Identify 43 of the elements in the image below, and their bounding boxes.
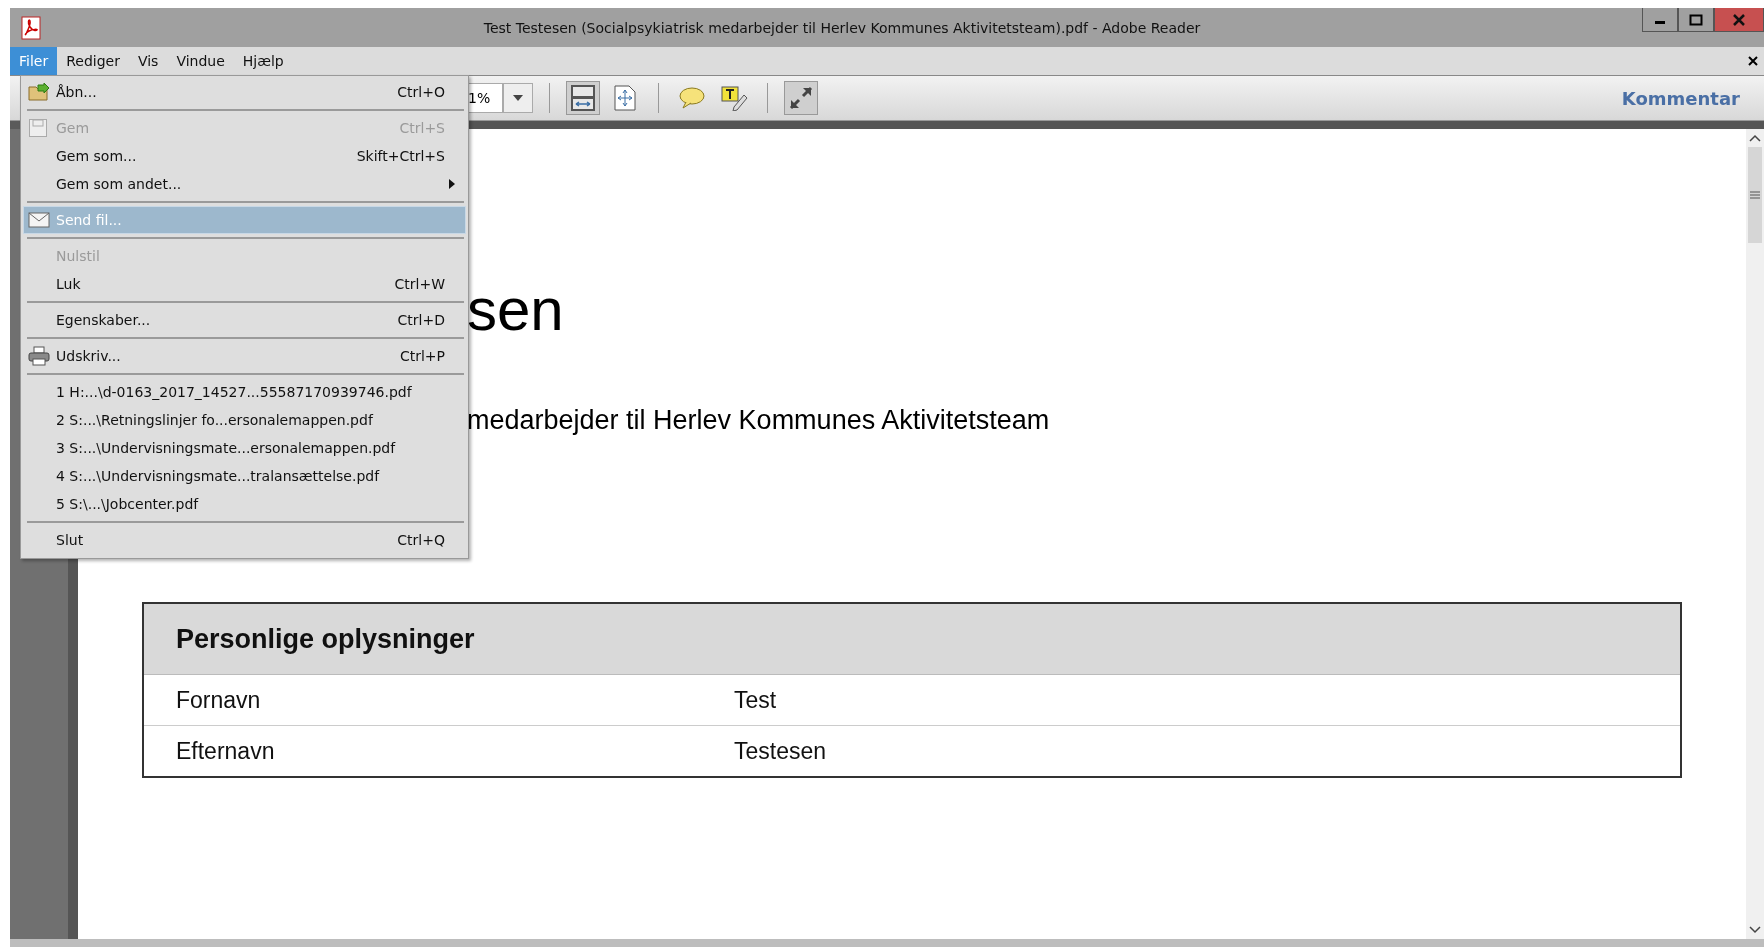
menu-item[interactable]: Gem som... Skift+Ctrl+S [23,142,466,170]
close-icon[interactable] [1748,56,1758,66]
menu-item[interactable]: Gem som andet... [23,170,466,198]
window-title: Test Testesen (Socialpsykiatrisk medarbejder til Herlev Kommunes Aktivitetsteam).pdf - Adobe Reader [482,19,1202,36]
scrollbar-thumb[interactable] [1748,147,1762,243]
maximize-button[interactable] [1678,8,1714,32]
comment-panel-button[interactable]: Kommentar [1615,86,1746,110]
table-cell-text: Fornavn [176,686,262,714]
table-cell-text: Testesen [734,737,828,765]
scroll-down-icon[interactable] [1749,925,1761,935]
envelope-icon [28,212,50,228]
scroll-up-icon[interactable] [1749,133,1761,143]
menu-item[interactable]: 2 S:...\Retningslinjer fo...ersonalemappen.pdf [23,406,466,434]
menu-item[interactable]: 5 S:\...\Jobcenter.pdf [23,490,466,518]
menu-item[interactable]: 1 H:...\d-0163_2017_14527...55587170939746.pdf [23,378,466,406]
close-button[interactable] [1714,8,1764,32]
folder-icon [28,82,50,102]
menu-item[interactable]: 4 S:...\Undervisningsmate...tralansættelse.pdf [23,462,466,490]
close-icon [1732,13,1746,26]
menu-item[interactable]: Slut Ctrl+Q [23,526,466,554]
table-cell-text: Test [734,686,778,714]
table-cell-text: Efternavn [176,737,276,765]
document-subtitle: medarbejder til Herlev Kommunes Aktivitetsteam [467,405,1051,436]
minimize-icon [1655,21,1665,24]
minimize-button[interactable] [1642,8,1678,32]
zoom-dropdown-button[interactable] [503,83,533,113]
maximize-icon [1689,13,1703,26]
menu-item[interactable]: Åbn... Ctrl+O [23,78,466,106]
menu-item[interactable]: 3 S:...\Undervisningsmate...ersonalemappen.pdf [23,434,466,462]
caret-icon [513,95,523,101]
menu-item[interactable]: Rediger [57,47,129,75]
page-width-button[interactable] [566,81,600,115]
menu-item[interactable]: Vis [128,47,168,75]
menu-item[interactable]: Luk Ctrl+W [23,270,466,298]
table-title: Personlige oplysninger [144,604,1680,675]
menu-item[interactable]: Udskriv... Ctrl+P [23,342,466,370]
menu-item[interactable]: Vindue [167,47,234,75]
printer-icon [28,346,50,366]
menu-item[interactable]: Hjælp [233,47,293,75]
pdf-logo-icon [20,15,42,40]
document-heading: sen [467,275,565,345]
menu-item[interactable]: Egenskaber... Ctrl+D [23,306,466,334]
full-screen-button[interactable] [784,81,818,115]
